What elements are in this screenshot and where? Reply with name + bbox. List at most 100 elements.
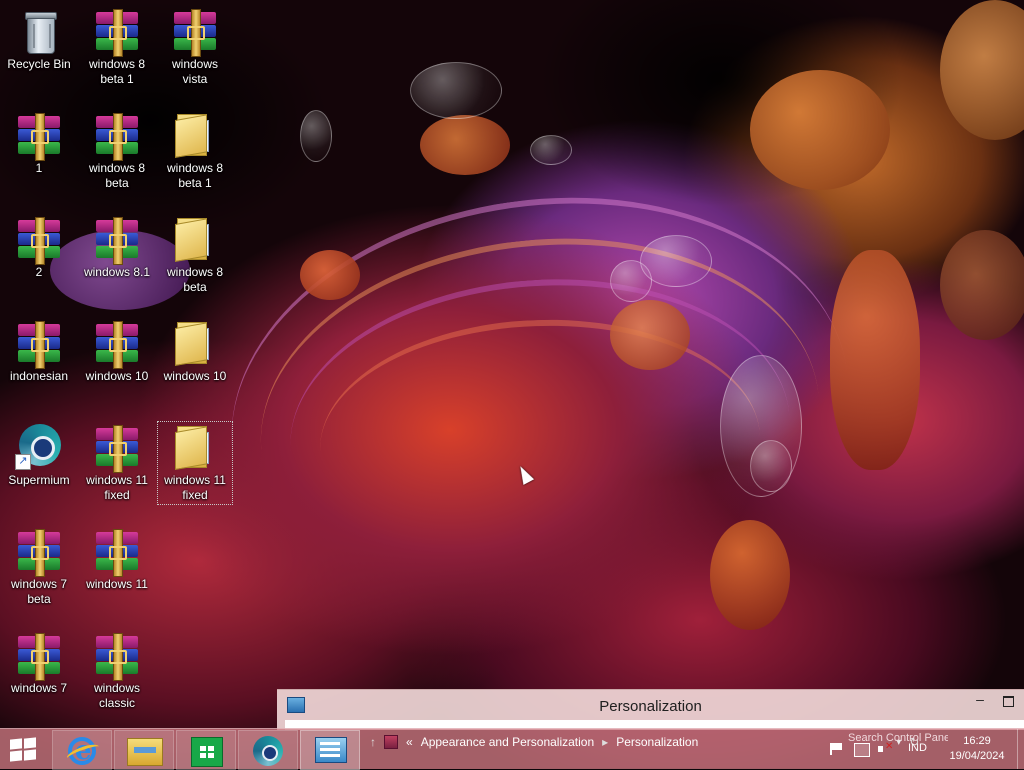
taskbar-ie-button[interactable] bbox=[52, 730, 112, 770]
rar-archive-icon bbox=[93, 318, 141, 369]
wallpaper-blob bbox=[420, 115, 510, 175]
desktop-icon-rar[interactable]: windows 11 fixed bbox=[80, 422, 154, 503]
supermium-icon: ↗ bbox=[15, 422, 63, 470]
desktop-icon-rar[interactable]: 2 bbox=[2, 214, 76, 280]
rar-archive-icon bbox=[93, 214, 141, 265]
desktop-icon-label: indonesian bbox=[9, 369, 69, 383]
desktop-icon-rar[interactable]: windows 7 beta bbox=[2, 526, 76, 607]
taskbar-control-panel-button[interactable] bbox=[300, 730, 360, 770]
desktop-icon-label: Supermium bbox=[8, 473, 70, 487]
wallpaper-blob bbox=[940, 230, 1024, 340]
minimize-button[interactable]: – bbox=[970, 692, 990, 708]
desktop-icon-rar[interactable]: windows 8 beta 1 bbox=[80, 6, 154, 87]
chevron-right-icon[interactable]: ▸ bbox=[602, 735, 608, 749]
desktop-icon-rar[interactable]: windows classic bbox=[80, 630, 154, 711]
start-button[interactable] bbox=[10, 737, 38, 762]
wallpaper-blob bbox=[300, 250, 360, 300]
desktop-icon-rar[interactable]: windows 11 bbox=[80, 526, 154, 592]
action-center-flag-icon[interactable] bbox=[830, 743, 846, 755]
desktop-icon-label: windows vista bbox=[171, 57, 219, 86]
rar-archive-icon bbox=[171, 6, 219, 57]
desktop-icon-rar[interactable]: windows 7 bbox=[2, 630, 76, 696]
desktop-icon-rar[interactable]: windows 8 beta bbox=[80, 110, 154, 191]
wallpaper-blob bbox=[830, 250, 920, 470]
up-arrow-icon[interactable]: ↑ bbox=[370, 735, 376, 749]
desktop-icon-rar[interactable]: windows 8.1 bbox=[80, 214, 154, 280]
clock-time: 16:29 bbox=[963, 735, 991, 747]
rar-archive-icon bbox=[93, 110, 141, 161]
shortcut-arrow-icon: ↗ bbox=[15, 454, 31, 470]
desktop-icon-folder[interactable]: windows 8 beta bbox=[158, 214, 232, 295]
desktop-icon-rar[interactable]: windows 10 bbox=[80, 318, 154, 384]
show-desktop-button[interactable] bbox=[1017, 729, 1024, 769]
wallpaper-bubble bbox=[530, 135, 572, 165]
desktop-icon-label: windows 8 beta bbox=[88, 161, 146, 190]
network-icon[interactable] bbox=[854, 743, 870, 757]
folder-icon bbox=[171, 318, 219, 366]
rar-archive-icon bbox=[93, 6, 141, 57]
taskbar-explorer-button[interactable] bbox=[114, 730, 174, 770]
store-icon bbox=[191, 737, 223, 767]
wallpaper-bubble bbox=[610, 260, 652, 302]
wallpaper-blob bbox=[710, 520, 790, 630]
desktop-icon-label: windows 11 bbox=[86, 577, 148, 591]
ie-icon bbox=[68, 736, 96, 766]
rar-archive-icon bbox=[93, 630, 141, 681]
desktop-icon-label: windows classic bbox=[93, 681, 141, 710]
desktop-icon-label: Recycle Bin bbox=[7, 57, 71, 71]
wallpaper-bubble bbox=[750, 440, 792, 492]
wallpaper-blob bbox=[610, 300, 690, 370]
desktop-icon-label: windows 7 bbox=[10, 681, 68, 695]
rar-archive-icon bbox=[15, 526, 63, 577]
taskbar-supermium-button[interactable] bbox=[238, 730, 298, 770]
desktop-icon-supermium[interactable]: ↗ Supermium bbox=[2, 422, 76, 488]
breadcrumb-personalization[interactable]: Personalization bbox=[616, 735, 698, 749]
desktop-icon-label: windows 10 bbox=[85, 369, 149, 383]
desktop-icon-folder[interactable]: windows 10 bbox=[158, 318, 232, 384]
desktop-icon-label: windows 8 beta 1 bbox=[166, 161, 224, 190]
desktop-icon-label: windows 7 beta bbox=[10, 577, 68, 606]
rar-archive-icon bbox=[15, 630, 63, 681]
language-indicator[interactable]: IND bbox=[908, 742, 927, 754]
clock-date: 19/04/2024 bbox=[949, 750, 1005, 762]
desktop-icon-folder[interactable]: windows 8 beta 1 bbox=[158, 110, 232, 191]
rar-archive-icon bbox=[15, 214, 63, 265]
breadcrumb-separator: « bbox=[406, 735, 413, 749]
taskbar: ↑ « Appearance and Personalization ▸ Per… bbox=[0, 728, 1024, 770]
desktop-icon-label: windows 11 fixed bbox=[164, 473, 226, 502]
desktop-icon-rar[interactable]: indonesian bbox=[2, 318, 76, 384]
supermium-icon bbox=[253, 736, 283, 766]
wallpaper-blob bbox=[940, 0, 1024, 140]
desktop-icon-label: windows 8 beta bbox=[166, 265, 224, 294]
rar-archive-icon bbox=[93, 422, 141, 473]
folder-icon bbox=[127, 738, 163, 766]
taskbar-store-button[interactable] bbox=[176, 730, 236, 770]
personalization-crumb-icon bbox=[384, 735, 398, 749]
wallpaper-bubble bbox=[300, 110, 332, 162]
clock[interactable]: 16:29 19/04/2024 bbox=[942, 734, 1012, 764]
volume-muted-icon[interactable] bbox=[878, 741, 893, 755]
desktop-icon-rar[interactable]: windows vista bbox=[158, 6, 232, 87]
personalization-window[interactable]: Personalization – bbox=[277, 689, 1024, 730]
breadcrumb-appearance[interactable]: Appearance and Personalization bbox=[421, 735, 594, 749]
wallpaper-blob bbox=[750, 70, 890, 190]
desktop-icon-label: windows 11 fixed bbox=[86, 473, 148, 502]
wallpaper-bubble bbox=[410, 62, 502, 119]
rar-archive-icon bbox=[15, 110, 63, 161]
desktop-icon-label: windows 8.1 bbox=[83, 265, 151, 279]
desktop-icon-label: 2 bbox=[35, 265, 43, 279]
rar-archive-icon bbox=[93, 526, 141, 577]
folder-icon bbox=[171, 110, 219, 158]
desktop-icon-label: windows 8 beta 1 bbox=[88, 57, 146, 86]
recycle-bin-icon bbox=[15, 6, 63, 54]
folder-icon bbox=[171, 422, 219, 470]
desktop-icon-recycle-bin[interactable]: Recycle Bin bbox=[2, 6, 76, 72]
window-title: Personalization bbox=[599, 698, 702, 715]
desktop-icon-folder-selected[interactable]: windows 11 fixed bbox=[157, 421, 233, 505]
folder-icon bbox=[171, 214, 219, 262]
desktop-icon-label: 1 bbox=[35, 161, 43, 175]
maximize-button[interactable] bbox=[998, 694, 1018, 708]
control-panel-icon bbox=[315, 737, 347, 763]
rar-archive-icon bbox=[15, 318, 63, 369]
desktop-icon-rar[interactable]: 1 bbox=[2, 110, 76, 176]
